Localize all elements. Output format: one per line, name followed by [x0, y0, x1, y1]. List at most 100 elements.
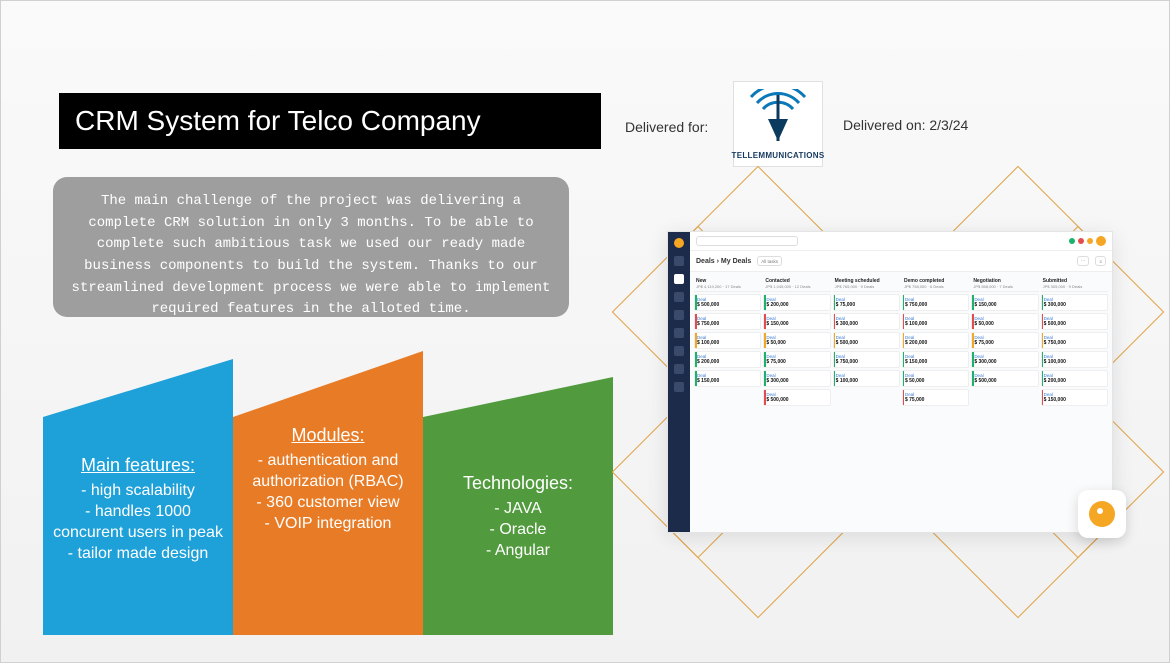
- deal-card: Deal$ 750,000: [694, 313, 761, 330]
- deal-card: Deal$ 750,000: [902, 294, 969, 311]
- deal-amount: $ 100,000: [905, 321, 966, 327]
- kanban-column: Demo completedJP$ 758,000 · 6 DealsDeal$…: [902, 276, 969, 528]
- deal-card: Deal$ 500,000: [971, 370, 1038, 387]
- tech-line2: - Oracle: [431, 519, 605, 540]
- sidebar-icon: [674, 256, 684, 266]
- floating-action-button: [1078, 490, 1126, 538]
- deal-card: Deal$ 200,000: [763, 294, 830, 311]
- column-subtitle: JP$ 1,045,000 · 12 Deals: [765, 284, 828, 289]
- project-description: The main challenge of the project was de…: [53, 177, 569, 317]
- sidebar-icon-active: [674, 274, 684, 284]
- product-screenshot-area: Deals › My Deals All tasks ⋯ ≡ NewJP$ 4,…: [637, 211, 1137, 561]
- bell-icon: [1087, 238, 1093, 244]
- delivered-on-label: Delivered on: 2/3/24: [843, 117, 968, 133]
- deal-card: Deal$ 50,000: [971, 313, 1038, 330]
- column-subtitle: JP$ 4,119,200 · 17 Deals: [696, 284, 759, 289]
- sidebar-icon: [674, 382, 684, 392]
- deal-card: Deal$ 100,000: [694, 332, 761, 349]
- main-features-card: Main features: - high scalability - hand…: [43, 359, 233, 635]
- breadcrumb: Deals › My Deals: [696, 258, 751, 265]
- deal-amount: $ 150,000: [1044, 397, 1105, 403]
- column-subtitle: JP$ 558,000 · 7 Deals: [973, 284, 1036, 289]
- features-heading: Main features:: [51, 455, 225, 476]
- features-line1: - high scalability: [51, 480, 225, 501]
- kanban-column: NewJP$ 4,119,200 · 17 DealsDeal$ 500,000…: [694, 276, 761, 528]
- deal-amount: $ 300,000: [974, 359, 1035, 365]
- deal-amount: $ 200,000: [697, 359, 758, 365]
- deal-amount: $ 500,000: [697, 302, 758, 308]
- deal-amount: $ 100,000: [1044, 359, 1105, 365]
- deal-amount: $ 500,000: [766, 397, 827, 403]
- technologies-card: Technologies: - JAVA - Oracle - Angular: [423, 377, 613, 635]
- status-dot: [1078, 238, 1084, 244]
- deal-card: Deal$ 50,000: [763, 332, 830, 349]
- deal-card: Deal$ 200,000: [902, 332, 969, 349]
- filter-pill: All tasks: [757, 256, 782, 266]
- deal-card: Deal$ 150,000: [694, 370, 761, 387]
- deal-card: Deal$ 100,000: [902, 313, 969, 330]
- app-logo-icon: [674, 238, 684, 248]
- client-logo-text: TELLEMMUNICATIONS: [732, 151, 825, 160]
- delivered-for-label: Delivered for:: [625, 119, 708, 135]
- filter-pill: ≡: [1095, 256, 1106, 266]
- deal-card: Deal$ 150,000: [971, 294, 1038, 311]
- deal-card: Deal$ 75,000: [833, 294, 900, 311]
- features-line2: - handles 1000 concurent users in peak: [51, 501, 225, 543]
- deal-card: Deal$ 200,000: [1041, 370, 1108, 387]
- slide: CRM System for Telco Company The main ch…: [0, 0, 1170, 663]
- sidebar-icon: [674, 364, 684, 374]
- deal-amount: $ 50,000: [905, 378, 966, 384]
- deal-card: Deal$ 300,000: [763, 370, 830, 387]
- deal-amount: $ 300,000: [766, 378, 827, 384]
- deal-card: Deal$ 150,000: [902, 351, 969, 368]
- modules-line3: - VOIP integration: [241, 513, 415, 534]
- crm-screenshot: Deals › My Deals All tasks ⋯ ≡ NewJP$ 4,…: [667, 231, 1113, 533]
- kanban-board: NewJP$ 4,119,200 · 17 DealsDeal$ 500,000…: [690, 272, 1112, 532]
- deal-card: Deal$ 100,000: [1041, 351, 1108, 368]
- tech-line3: - Angular: [431, 540, 605, 561]
- deal-card: Deal$ 75,000: [971, 332, 1038, 349]
- deal-amount: $ 300,000: [1044, 302, 1105, 308]
- deal-card: Deal$ 75,000: [902, 389, 969, 406]
- deal-card: Deal$ 500,000: [833, 332, 900, 349]
- deal-amount: $ 300,000: [836, 321, 897, 327]
- client-logo: TELLEMMUNICATIONS: [733, 81, 823, 167]
- deal-card: Deal$ 300,000: [833, 313, 900, 330]
- deal-amount: $ 100,000: [836, 378, 897, 384]
- deal-card: Deal$ 75,000: [763, 351, 830, 368]
- deal-card: Deal$ 500,000: [763, 389, 830, 406]
- column-subtitle: JP$ 765,000 · 9 Deals: [835, 284, 898, 289]
- avatar-icon: [1096, 236, 1106, 246]
- deal-amount: $ 200,000: [905, 340, 966, 346]
- deal-amount: $ 750,000: [1044, 340, 1105, 346]
- modules-line2: - 360 customer view: [241, 492, 415, 513]
- deal-card: Deal$ 150,000: [1041, 389, 1108, 406]
- deal-amount: $ 500,000: [1044, 321, 1105, 327]
- tech-heading: Technologies:: [431, 473, 605, 494]
- kanban-column: NegotiationJP$ 558,000 · 7 DealsDeal$ 15…: [971, 276, 1038, 528]
- deal-card: Deal$ 500,000: [1041, 313, 1108, 330]
- tech-line1: - JAVA: [431, 498, 605, 519]
- deal-amount: $ 150,000: [766, 321, 827, 327]
- search-input: [696, 236, 798, 246]
- deal-amount: $ 75,000: [766, 359, 827, 365]
- sidebar-icon: [674, 310, 684, 320]
- deal-amount: $ 75,000: [974, 340, 1035, 346]
- deal-amount: $ 50,000: [766, 340, 827, 346]
- deal-amount: $ 150,000: [974, 302, 1035, 308]
- deal-card: Deal$ 150,000: [763, 313, 830, 330]
- deal-amount: $ 150,000: [697, 378, 758, 384]
- modules-line1: - authentication and authorization (RBAC…: [241, 450, 415, 492]
- deal-amount: $ 200,000: [1044, 378, 1105, 384]
- column-subtitle: JP$ 758,000 · 6 Deals: [904, 284, 967, 289]
- deal-amount: $ 75,000: [836, 302, 897, 308]
- deal-amount: $ 100,000: [697, 340, 758, 346]
- deal-amount: $ 750,000: [697, 321, 758, 327]
- filter-pill: ⋯: [1077, 256, 1090, 266]
- app-header: Deals › My Deals All tasks ⋯ ≡: [690, 251, 1112, 272]
- column-subtitle: JP$ 305,000 · 9 Deals: [1043, 284, 1106, 289]
- deal-card: Deal$ 300,000: [1041, 294, 1108, 311]
- deal-card: Deal$ 750,000: [833, 351, 900, 368]
- app-topbar: [690, 232, 1112, 251]
- deal-card: Deal$ 200,000: [694, 351, 761, 368]
